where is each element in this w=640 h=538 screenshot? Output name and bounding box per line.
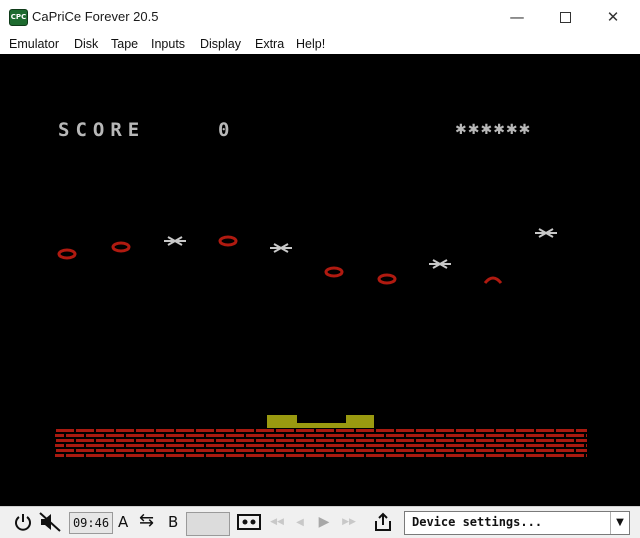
previous-icon[interactable]: ◀ — [292, 511, 308, 533]
power-icon — [15, 514, 31, 531]
menu-extra[interactable]: Extra — [255, 37, 284, 51]
menu-tape[interactable]: Tape — [111, 37, 138, 51]
menu-disk[interactable]: Disk — [74, 37, 98, 51]
power-button[interactable] — [11, 511, 35, 533]
enemy-star — [270, 243, 292, 253]
fast-forward-icon[interactable]: ▶▶ — [338, 511, 360, 533]
enemy-arc — [483, 276, 503, 284]
maximize-icon — [559, 11, 571, 23]
device-settings-label: Device settings... — [412, 515, 543, 529]
swap-drives-icon[interactable]: ⇆ — [139, 510, 154, 531]
drive-slot[interactable] — [186, 512, 230, 536]
menu-display[interactable]: Display — [200, 37, 241, 51]
tape-button[interactable] — [236, 511, 262, 533]
mute-button[interactable] — [37, 511, 63, 533]
enemy-ring — [377, 273, 397, 285]
brick-wall — [55, 428, 587, 458]
export-button[interactable] — [371, 511, 395, 533]
enemy-star — [429, 259, 451, 269]
rewind-icon[interactable]: ◀◀ — [266, 511, 288, 533]
enemy-ring — [111, 241, 131, 253]
enemy-star — [164, 236, 186, 246]
drive-b-button[interactable]: B — [168, 513, 178, 531]
score-value: 0 — [218, 119, 229, 141]
app-icon: CPC — [9, 9, 28, 26]
status-bar: 09:46 A ⇆ B ◀◀ ◀ ▶ ▶▶ Device settings...… — [0, 506, 640, 538]
play-icon[interactable]: ▶ — [315, 511, 333, 533]
close-button[interactable]: ✕ — [590, 0, 636, 34]
menu-help[interactable]: Help! — [296, 37, 325, 51]
minimize-icon: — — [509, 8, 525, 26]
drive-a-button[interactable]: A — [118, 513, 128, 531]
window-title: CaPriCe Forever 20.5 — [32, 9, 159, 24]
lives-indicator: ✱✱✱✱✱✱ — [455, 122, 531, 138]
clock-display: 09:46 — [69, 512, 113, 534]
enemy-ring — [324, 266, 344, 278]
tape-icon — [237, 514, 261, 530]
enemy-star — [535, 228, 557, 238]
close-icon: ✕ — [606, 8, 620, 26]
minimize-button[interactable]: — — [494, 0, 540, 34]
menu-inputs[interactable]: Inputs — [151, 37, 185, 51]
export-icon — [375, 512, 391, 531]
enemy-ring — [57, 248, 77, 260]
chevron-down-icon[interactable]: ▼ — [610, 512, 629, 534]
score-label: SCORE — [58, 119, 145, 141]
player-cannon — [267, 415, 374, 428]
emulator-screen[interactable]: SCORE 0 ✱✱✱✱✱✱ — [0, 54, 640, 506]
menu-bar: Emulator Disk Tape Inputs Display Extra … — [0, 34, 640, 54]
menu-emulator[interactable]: Emulator — [9, 37, 59, 51]
maximize-button[interactable] — [542, 0, 588, 34]
speaker-muted-icon — [39, 512, 61, 532]
title-bar: CPC CaPriCe Forever 20.5 — ✕ — [0, 0, 640, 34]
enemy-ring — [218, 235, 238, 247]
device-settings-dropdown[interactable]: Device settings... ▼ — [404, 511, 630, 535]
